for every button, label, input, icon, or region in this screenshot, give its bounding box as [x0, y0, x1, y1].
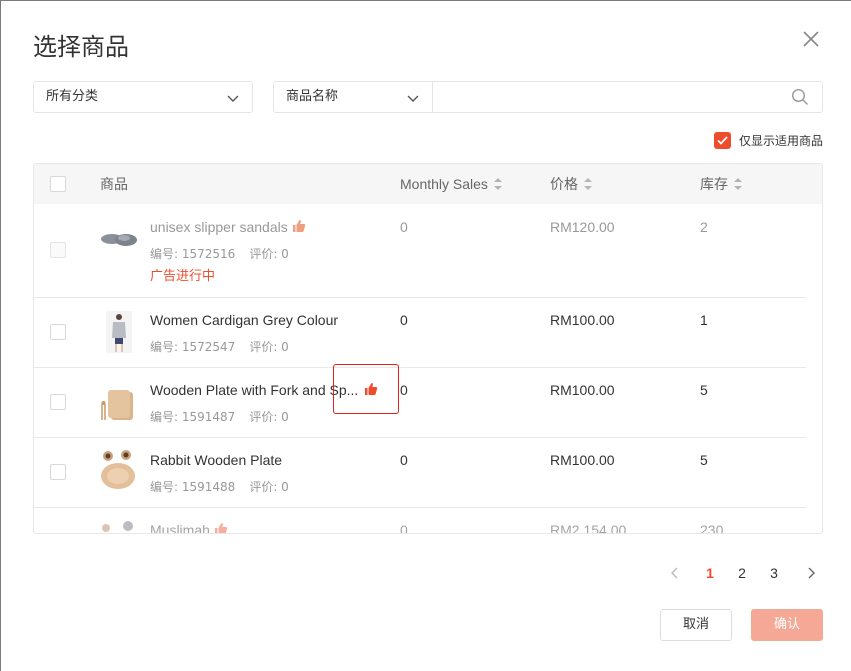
sort-icon[interactable] [584, 178, 592, 190]
product-name-text: Wooden Plate with Fork and Sp... [150, 382, 359, 398]
product-sku: 编号: 1572516 [150, 247, 236, 261]
price-value: RM100.00 [550, 312, 615, 328]
table-row: unisex slipper sandals 编号: 1572516 评价: 0 … [34, 204, 822, 298]
stock-value: 230 [700, 522, 724, 534]
search-input[interactable] [432, 81, 823, 113]
ad-status-badge: 广告进行中 [150, 269, 216, 284]
chevron-down-icon [227, 95, 239, 102]
product-name: unisex slipper sandals [150, 219, 306, 235]
sort-icon[interactable] [734, 178, 742, 190]
product-meta: 编号: 1591488 评价: 0 [150, 478, 289, 495]
table-row[interactable]: Rabbit Wooden Plate 编号: 1591488 评价: 0 0 R… [34, 438, 822, 508]
search-icon[interactable] [791, 88, 809, 106]
page-1[interactable]: 1 [698, 561, 722, 585]
row-checkbox[interactable] [50, 464, 66, 480]
header-price[interactable]: 价格 [550, 164, 592, 204]
product-rating: 评价: 0 [249, 247, 289, 261]
only-applicable-checkbox[interactable] [714, 131, 731, 149]
stock-value: 5 [700, 382, 708, 398]
table-row[interactable]: Women Cardigan Grey Colour 编号: 1572547 评价… [34, 298, 822, 368]
product-rating: 评价: 0 [249, 340, 289, 354]
search-field-select-value: 商品名称 [286, 89, 339, 104]
monthly-sales-value: 0 [400, 382, 408, 398]
page-3[interactable]: 3 [762, 561, 786, 585]
stock-value: 5 [700, 452, 708, 468]
product-sku: 编号: 1572547 [150, 340, 236, 354]
header-product: 商品 [100, 176, 128, 192]
product-rating: 评价: 0 [249, 410, 289, 424]
header-monthly-sales[interactable]: Monthly Sales [400, 164, 502, 204]
product-name-text: unisex slipper sandals [150, 219, 288, 235]
product-sku: 编号: 1591488 [150, 480, 236, 494]
confirm-button[interactable]: 确认 [751, 609, 823, 641]
table-row[interactable]: Muslimah 0 RM2,154.00 230 [34, 508, 822, 534]
product-sku: 编号: 1591487 [150, 410, 236, 424]
chevron-down-icon [407, 95, 419, 102]
header-stock-label: 库存 [700, 176, 728, 192]
row-checkbox [50, 242, 66, 258]
product-name: Rabbit Wooden Plate [150, 452, 283, 468]
product-meta: 编号: 1572516 评价: 0 [150, 245, 289, 262]
product-thumbnail [101, 450, 135, 489]
chevron-right-icon[interactable] [799, 561, 823, 585]
product-rating: 评价: 0 [249, 480, 289, 494]
check-icon [717, 135, 728, 145]
page-2[interactable]: 2 [730, 561, 754, 585]
stock-value: 1 [700, 312, 708, 328]
product-name-text: Muslimah [150, 522, 210, 534]
category-select-value: 所有分类 [46, 89, 99, 104]
chevron-left-icon[interactable] [663, 561, 687, 585]
product-name: Muslimah [150, 522, 228, 534]
sort-icon[interactable] [493, 178, 502, 190]
table-header: 商品 Monthly Sales 价格 库存 [34, 164, 822, 204]
row-checkbox[interactable] [50, 394, 66, 410]
product-thumbnail [101, 390, 133, 420]
table-row[interactable]: Wooden Plate with Fork and Sp... 编号: 159… [34, 368, 822, 438]
highlight-box [333, 364, 399, 414]
stock-value: 2 [700, 219, 708, 235]
thumbs-up-icon [292, 220, 305, 232]
header-stock[interactable]: 库存 [700, 164, 742, 204]
close-icon[interactable] [799, 27, 823, 51]
select-all-checkbox[interactable] [50, 176, 66, 192]
header-monthly-sales-label: Monthly Sales [400, 176, 488, 192]
price-value: RM100.00 [550, 382, 615, 398]
product-thumbnail [106, 311, 132, 353]
product-name: Women Cardigan Grey Colour [150, 312, 339, 328]
product-meta: 编号: 1572547 评价: 0 [150, 338, 289, 355]
product-thumbnail [101, 234, 137, 246]
product-meta: 编号: 1591487 评价: 0 [150, 408, 289, 425]
row-checkbox[interactable] [50, 324, 66, 340]
thumbs-up-icon [214, 523, 228, 533]
monthly-sales-value: 0 [400, 522, 408, 534]
price-value: RM120.00 [550, 219, 615, 235]
only-applicable-toggle[interactable]: 仅显示适用商品 [714, 131, 823, 149]
product-thumbnail [102, 521, 133, 532]
price-value: RM2,154.00 [550, 522, 627, 534]
pagination: 1 2 3 [663, 561, 823, 585]
only-applicable-label: 仅显示适用商品 [739, 133, 824, 148]
monthly-sales-value: 0 [400, 452, 408, 468]
cancel-button[interactable]: 取消 [660, 609, 732, 641]
category-select[interactable]: 所有分类 [33, 81, 253, 113]
product-table: 商品 Monthly Sales 价格 库存 unisex slipper sa… [33, 163, 823, 534]
monthly-sales-value: 0 [400, 219, 408, 235]
monthly-sales-value: 0 [400, 312, 408, 328]
dialog-title: 选择商品 [33, 33, 129, 61]
header-price-label: 价格 [550, 176, 578, 192]
select-product-dialog: 选择商品 所有分类 商品名称 仅显示适用商品 商品 Monthly Sales … [1, 1, 851, 671]
price-value: RM100.00 [550, 452, 615, 468]
search-field-select[interactable]: 商品名称 [273, 81, 433, 113]
